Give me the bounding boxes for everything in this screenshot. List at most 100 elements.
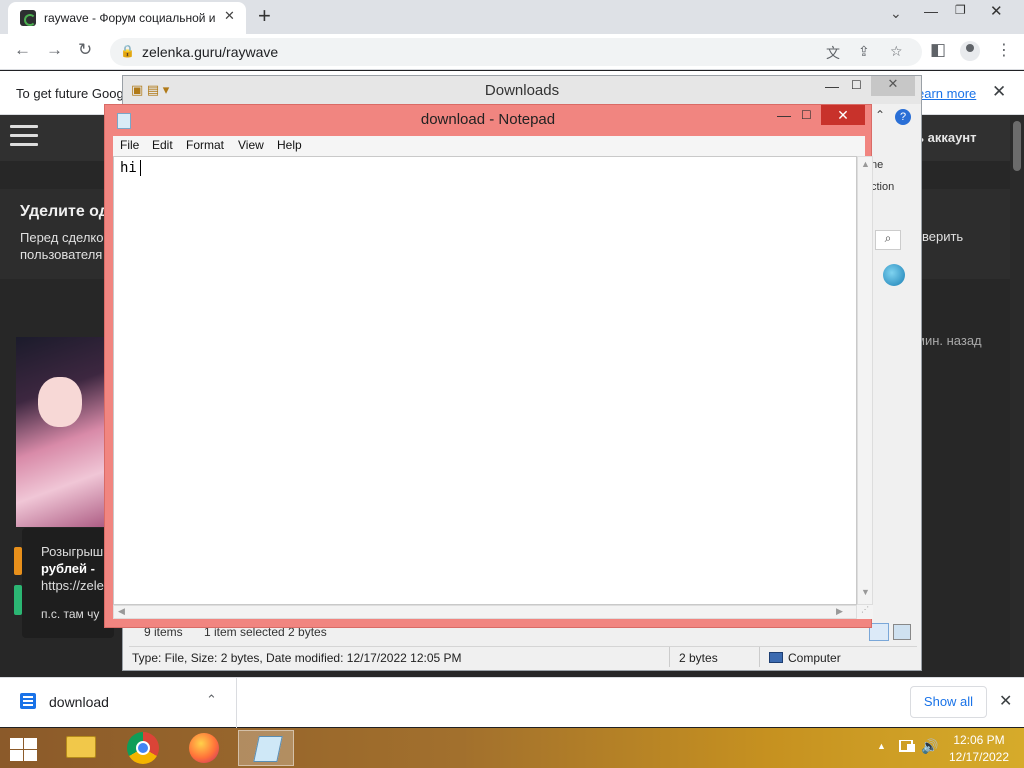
notepad-minimize-button[interactable]: — [777, 107, 791, 123]
post-bold-text: рублей - [41, 561, 95, 576]
browser-close-button[interactable]: ✕ [990, 2, 1003, 20]
notice-line-2: пользователя [20, 247, 103, 262]
divider [759, 647, 760, 667]
explorer-title: Downloads [484, 82, 560, 99]
notepad-content[interactable]: hi [120, 160, 137, 176]
notepad-text-area[interactable]: hi [113, 156, 857, 605]
ribbon-label-fragment[interactable]: ction [871, 181, 894, 193]
scroll-down-arrow-icon[interactable]: ▼ [861, 587, 870, 597]
page-scrollbar-thumb[interactable] [1013, 121, 1021, 171]
volume-icon[interactable]: 🔊 [921, 738, 938, 755]
learn-more-link[interactable]: earn more [917, 86, 976, 101]
browser-tab-active[interactable]: raywave - Форум социальной и ✕ [8, 2, 246, 34]
notepad-menu-bar: File Edit Format View Help [113, 136, 865, 156]
green-accent-bar [14, 585, 22, 615]
side-panel-icon[interactable]: ◧ [930, 40, 946, 60]
computer-icon [769, 652, 783, 663]
notepad-icon [253, 736, 283, 762]
browser-tab-strip: raywave - Форум социальной и ✕ + ⌄ — ❐ ✕ [0, 0, 1024, 34]
chevron-up-icon[interactable]: ⌃ [206, 692, 217, 708]
taskbar-chrome[interactable] [114, 730, 170, 766]
network-globe-icon [883, 264, 905, 286]
post-note: п.с. там чу [41, 607, 100, 621]
kebab-menu-icon[interactable]: ⋮ [996, 40, 1012, 60]
download-shelf: download ⌃ Show all ✕ [0, 677, 1024, 728]
windows-taskbar: ▲ 🔊 12:06 PM 12/17/2022 [0, 728, 1024, 768]
shelf-close-icon[interactable]: ✕ [999, 691, 1012, 711]
chrome-icon [127, 732, 159, 764]
show-all-button[interactable]: Show all [910, 686, 987, 718]
browser-toolbar: ← → ↻ 🔒 zelenka.guru/raywave 文 ⇪ ☆ ◧ ⋮ [0, 34, 1024, 70]
back-arrow-icon[interactable]: ← [14, 40, 31, 60]
url-text[interactable]: zelenka.guru/raywave [142, 44, 278, 60]
menu-edit[interactable]: Edit [152, 138, 173, 152]
orange-accent-bar [14, 547, 22, 575]
notepad-close-button[interactable]: ✕ [821, 105, 865, 125]
translate-icon[interactable]: 文 [826, 43, 840, 63]
address-bar[interactable]: 🔒 zelenka.guru/raywave 文 ⇪ ☆ [110, 38, 922, 66]
bookmark-star-icon[interactable]: ☆ [890, 43, 903, 60]
notepad-title: download - Notepad [420, 111, 556, 128]
browser-minimize-button[interactable]: — [924, 3, 938, 19]
windows-start-icon[interactable] [8, 736, 38, 762]
tab-title: raywave - Форум социальной и [44, 11, 216, 25]
ribbon-collapse-icon[interactable]: ⌃ [875, 108, 885, 122]
explorer-maximize-button[interactable]: ☐ [851, 78, 862, 92]
notepad-horizontal-scrollbar[interactable]: ◀ ▶ [113, 605, 857, 619]
search-icon[interactable]: ⌕ [875, 230, 901, 250]
folder-icon [66, 736, 96, 758]
profile-avatar-image[interactable] [16, 337, 104, 527]
scroll-left-arrow-icon[interactable]: ◀ [118, 606, 125, 617]
taskbar-notepad[interactable] [238, 730, 294, 766]
help-icon[interactable]: ? [895, 109, 911, 125]
avatar-face [38, 377, 82, 427]
notice-title: Уделите од [20, 203, 109, 220]
taskbar-firefox[interactable] [176, 730, 232, 766]
explorer-minimize-button[interactable]: — [825, 78, 839, 94]
page-scrollbar[interactable] [1010, 115, 1024, 677]
lock-icon[interactable]: 🔒 [120, 44, 135, 58]
divider [669, 647, 670, 667]
forward-arrow-icon[interactable]: → [46, 40, 63, 60]
post-link[interactable]: https://zele [41, 578, 104, 593]
menu-file[interactable]: File [120, 138, 139, 152]
notepad-maximize-button[interactable]: ☐ [801, 108, 812, 122]
divider [236, 678, 237, 728]
file-icon[interactable] [20, 693, 36, 709]
explorer-titlebar[interactable]: ▣ ▤ ▾ Downloads — ☐ ✕ [123, 76, 921, 104]
post-timestamp: мин. назад [916, 333, 982, 348]
scroll-right-arrow-icon[interactable]: ▶ [836, 606, 843, 617]
reload-icon[interactable]: ↻ [78, 40, 92, 60]
download-filename[interactable]: download [49, 694, 109, 710]
scroll-up-arrow-icon[interactable]: ▲ [861, 159, 870, 169]
text-caret [140, 160, 141, 176]
file-size-text: 2 bytes [679, 651, 718, 665]
infobar-close-icon[interactable]: ✕ [992, 82, 1006, 102]
new-tab-button[interactable]: + [258, 3, 271, 29]
explorer-close-button[interactable]: ✕ [871, 76, 915, 96]
clock-time[interactable]: 12:06 PM [944, 733, 1014, 747]
login-link[interactable]: ь аккаунт [916, 130, 977, 145]
tray-overflow-icon[interactable]: ▲ [877, 741, 886, 751]
hamburger-menu-icon[interactable] [10, 125, 38, 147]
large-icons-view-icon[interactable] [893, 624, 911, 640]
menu-help[interactable]: Help [277, 138, 302, 152]
tab-close-icon[interactable]: ✕ [224, 8, 235, 24]
notice-check-text[interactable]: верить [922, 229, 963, 244]
menu-format[interactable]: Format [186, 138, 224, 152]
tab-search-chevron-icon[interactable]: ⌄ [890, 5, 902, 22]
location-text: Computer [788, 651, 841, 665]
resize-grip-icon[interactable]: ⋰ [857, 605, 873, 619]
notepad-vertical-scrollbar[interactable]: ▲ ▼ [857, 156, 873, 605]
share-icon[interactable]: ⇪ [858, 43, 870, 60]
taskbar-file-explorer[interactable] [52, 730, 108, 766]
action-center-flag-icon[interactable] [907, 744, 915, 752]
browser-restore-button[interactable]: ❐ [955, 3, 966, 17]
notice-line-1: Перед сделко [20, 230, 104, 245]
details-view-icon[interactable] [869, 623, 889, 641]
file-details-text: Type: File, Size: 2 bytes, Date modified… [132, 651, 462, 665]
profile-avatar-icon[interactable] [960, 41, 980, 61]
infobar-message: To get future Goog [16, 86, 124, 101]
menu-view[interactable]: View [238, 138, 264, 152]
clock-date[interactable]: 12/17/2022 [944, 750, 1014, 764]
